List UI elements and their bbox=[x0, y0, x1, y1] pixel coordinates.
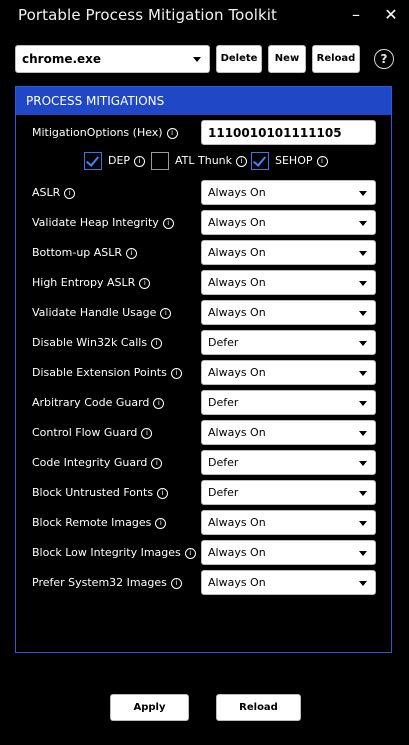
info-icon: i bbox=[170, 368, 182, 379]
info-icon: i bbox=[157, 488, 169, 499]
chevron-down-icon bbox=[359, 371, 367, 376]
info-icon: i bbox=[126, 248, 138, 259]
aslr-select[interactable]: Always On bbox=[201, 180, 376, 205]
chevron-down-icon bbox=[359, 251, 367, 256]
reload-settings-button[interactable]: Reload Settings bbox=[216, 694, 301, 738]
code-integrity-guard-label: Code Integrity Guard i bbox=[32, 456, 163, 469]
apply-settings-button[interactable]: Apply Settings bbox=[110, 694, 189, 738]
control-flow-guard-select[interactable]: Always On bbox=[201, 420, 376, 445]
checkmark-icon bbox=[85, 153, 100, 167]
chevron-down-icon bbox=[359, 341, 367, 346]
chevron-down-icon bbox=[359, 581, 367, 586]
dep-label: DEP i bbox=[108, 154, 146, 167]
block-low-integrity-images-select[interactable]: Always On bbox=[201, 540, 376, 565]
disable-win32k-calls-select[interactable]: Defer bbox=[201, 330, 376, 355]
delete-button[interactable]: Delete bbox=[216, 45, 262, 73]
close-icon[interactable]: ✕ bbox=[380, 4, 402, 26]
high-entropy-aslr-label: High Entropy ASLR i bbox=[32, 276, 151, 289]
bottom-up-aslr-select[interactable]: Always On bbox=[201, 240, 376, 265]
process-select-value: chrome.exe bbox=[22, 52, 102, 66]
info-icon: i bbox=[153, 398, 165, 409]
chevron-down-icon bbox=[193, 57, 201, 62]
chevron-down-icon bbox=[359, 191, 367, 196]
block-remote-images-label: Block Remote Images i bbox=[32, 516, 167, 529]
info-icon: i bbox=[170, 578, 182, 589]
info-icon: i bbox=[160, 308, 172, 319]
help-icon[interactable]: ? bbox=[374, 49, 394, 69]
code-integrity-guard-select[interactable]: Defer bbox=[201, 450, 376, 475]
dep-checkbox[interactable] bbox=[84, 152, 102, 170]
info-icon: i bbox=[64, 188, 76, 199]
chevron-down-icon bbox=[359, 521, 367, 526]
control-flow-guard-label: Control Flow Guard i bbox=[32, 426, 153, 439]
info-icon: i bbox=[141, 428, 153, 439]
block-remote-images-select[interactable]: Always On bbox=[201, 510, 376, 535]
mitigation-options-label: MitigationOptions (Hex) i bbox=[32, 126, 178, 139]
process-mitigations-panel: PROCESS MITIGATIONS MitigationOptions (H… bbox=[15, 86, 392, 738]
checkmark-icon bbox=[252, 153, 267, 167]
mitigation-options-hex-field[interactable]: 1110010101111105 bbox=[201, 120, 376, 145]
chevron-down-icon bbox=[359, 311, 367, 316]
info-icon: i bbox=[166, 128, 178, 139]
window-title: Portable Process Mitigation Toolkit bbox=[18, 6, 278, 24]
disable-extension-points-label: Disable Extension Points i bbox=[32, 366, 182, 379]
validate-handle-usage-select[interactable]: Always On bbox=[201, 300, 376, 325]
new-button[interactable]: New bbox=[268, 45, 306, 73]
chevron-down-icon bbox=[359, 431, 367, 436]
chevron-down-icon bbox=[359, 461, 367, 466]
sehop-label: SEHOP i bbox=[275, 154, 328, 167]
high-entropy-aslr-select[interactable]: Always On bbox=[201, 270, 376, 295]
info-icon: i bbox=[151, 338, 163, 349]
prefer-system32-images-label: Prefer System32 Images i bbox=[32, 576, 182, 589]
atl-thunk-checkbox[interactable] bbox=[151, 152, 169, 170]
block-untrusted-fonts-select[interactable]: Defer bbox=[201, 480, 376, 505]
validate-heap-integrity-select[interactable]: Always On bbox=[201, 210, 376, 235]
info-icon: i bbox=[134, 156, 146, 167]
sehop-checkbox[interactable] bbox=[251, 152, 269, 170]
info-icon: i bbox=[155, 518, 167, 529]
chevron-down-icon bbox=[359, 401, 367, 406]
process-select[interactable]: chrome.exe bbox=[15, 45, 210, 73]
info-icon: i bbox=[151, 458, 163, 469]
atl-thunk-label: ATL Thunk i bbox=[175, 154, 248, 167]
info-icon: i bbox=[184, 548, 196, 559]
validate-handle-usage-label: Validate Handle Usage i bbox=[32, 306, 172, 319]
minimize-icon[interactable]: – bbox=[345, 4, 367, 26]
bottom-up-aslr-label: Bottom-up ASLR i bbox=[32, 246, 138, 259]
block-low-integrity-images-label: Block Low Integrity Images i bbox=[32, 546, 196, 559]
arbitrary-code-guard-label: Arbitrary Code Guard i bbox=[32, 396, 165, 409]
disable-extension-points-select[interactable]: Always On bbox=[201, 360, 376, 385]
chevron-down-icon bbox=[359, 221, 367, 226]
panel-header: PROCESS MITIGATIONS bbox=[16, 87, 391, 115]
chevron-down-icon bbox=[359, 491, 367, 496]
chevron-down-icon bbox=[359, 281, 367, 286]
aslr-label: ASLR i bbox=[32, 186, 76, 199]
info-icon: i bbox=[162, 218, 174, 229]
info-icon: i bbox=[236, 156, 248, 167]
info-icon: i bbox=[139, 278, 151, 289]
reload-button[interactable]: Reload bbox=[312, 45, 360, 73]
validate-heap-integrity-label: Validate Heap Integrity i bbox=[32, 216, 174, 229]
info-icon: i bbox=[316, 156, 328, 167]
chevron-down-icon bbox=[359, 551, 367, 556]
block-untrusted-fonts-label: Block Untrusted Fonts i bbox=[32, 486, 169, 499]
disable-win32k-calls-label: Disable Win32k Calls i bbox=[32, 336, 163, 349]
arbitrary-code-guard-select[interactable]: Defer bbox=[201, 390, 376, 415]
prefer-system32-images-select[interactable]: Always On bbox=[201, 570, 376, 595]
